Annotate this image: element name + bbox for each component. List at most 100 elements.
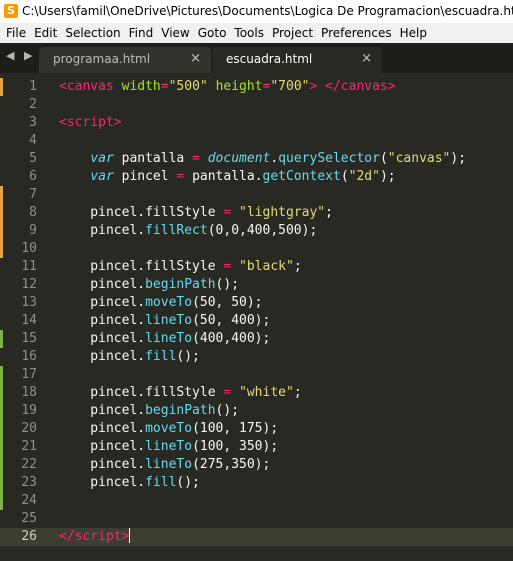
code-token: = [192, 151, 200, 166]
code-token: pincel. [59, 277, 146, 292]
menu-project[interactable]: Project [268, 23, 317, 43]
line-number: 2 [29, 97, 37, 112]
code-line[interactable]: 10 [0, 240, 513, 258]
code-text: <script> [59, 114, 122, 132]
tab-label: programaa.html [53, 52, 151, 66]
code-line[interactable]: 24 [0, 492, 513, 510]
code-token: (50, 400); [192, 313, 271, 328]
code-line[interactable]: 15 pincel.lineTo(400,400); [0, 330, 513, 348]
code-token: ( [340, 169, 349, 184]
code-line[interactable]: 8 pincel.fillStyle = "lightgray"; [0, 204, 513, 222]
code-token: "black" [239, 259, 294, 274]
code-line[interactable]: 5 var pantalla = document.querySelector(… [0, 150, 513, 168]
close-icon[interactable]: × [190, 47, 201, 71]
line-number: 1 [29, 79, 37, 94]
tab-label: escuadra.html [226, 52, 313, 66]
code-line[interactable]: 11 pincel.fillStyle = "black"; [0, 258, 513, 276]
window-title: C:\Users\famil\OneDrive\Pictures\Documen… [22, 4, 513, 18]
code-token: beginPath [145, 277, 216, 292]
code-token: pincel.fillStyle [59, 259, 224, 274]
code-token: document [207, 151, 271, 166]
code-text: pincel.fillRect(0,0,400,500); [59, 222, 317, 240]
code-token: <canvas [59, 79, 114, 94]
code-token: lineTo [145, 331, 193, 346]
tab-escuadra[interactable]: escuadra.html × [212, 47, 382, 73]
code-line[interactable]: 16 pincel.fill(); [0, 348, 513, 366]
line-number: 5 [29, 151, 37, 166]
code-line[interactable]: 12 pincel.beginPath(); [0, 276, 513, 294]
menu-edit[interactable]: Edit [30, 23, 61, 43]
code-line[interactable]: 21 pincel.lineTo(100, 350); [0, 438, 513, 456]
window-title-bar: S C:\Users\famil\OneDrive\Pictures\Docum… [0, 0, 513, 23]
menu-find[interactable]: Find [125, 23, 158, 43]
line-number: 24 [21, 493, 37, 508]
added-line-marker [0, 474, 3, 492]
line-number: 6 [29, 169, 37, 184]
menu-tools[interactable]: Tools [230, 23, 268, 43]
code-token: (0,0,400,500); [207, 223, 318, 238]
code-token: var [90, 169, 114, 184]
tab-nav-arrows-icon[interactable]: ◀ ▶ [6, 49, 35, 62]
code-token: (400,400); [192, 331, 271, 346]
code-token: ; [293, 385, 302, 400]
code-line[interactable]: 19 pincel.beginPath(); [0, 402, 513, 420]
code-text: pincel.lineTo(50, 400); [59, 312, 270, 330]
code-token: pincel.fillStyle [59, 385, 224, 400]
code-line[interactable]: 4 [0, 132, 513, 150]
code-token: querySelector [278, 151, 380, 166]
code-token: ; [325, 205, 333, 220]
code-line[interactable]: 14 pincel.lineTo(50, 400); [0, 312, 513, 330]
code-line[interactable]: 9 pincel.fillRect(0,0,400,500); [0, 222, 513, 240]
code-line[interactable]: 25 [0, 510, 513, 528]
menu-goto[interactable]: Goto [194, 23, 231, 43]
modified-line-marker [0, 204, 3, 222]
code-line[interactable]: 2 [0, 96, 513, 114]
code-line[interactable]: 20 pincel.moveTo(100, 175); [0, 420, 513, 438]
code-line[interactable]: 22 pincel.lineTo(275,350); [0, 456, 513, 474]
line-number: 9 [29, 223, 37, 238]
code-token: (); [215, 277, 240, 292]
code-line[interactable]: 1 <canvas width="500" height="700"> </can… [0, 78, 513, 96]
code-token: (); [176, 475, 200, 490]
code-text: pincel.fillStyle = "black"; [59, 258, 301, 276]
code-line[interactable]: 6 var pincel = pantalla.getContext("2d")… [0, 168, 513, 186]
code-line[interactable]: 18 pincel.fillStyle = "white"; [0, 384, 513, 402]
code-token: "700" [270, 79, 310, 94]
menu-file[interactable]: File [0, 23, 30, 43]
code-token: pincel. [59, 331, 146, 346]
tab-programaa[interactable]: programaa.html × [39, 47, 211, 73]
code-token: . [270, 151, 279, 166]
code-token: ); [379, 169, 396, 184]
line-number: 18 [21, 385, 37, 400]
close-icon[interactable]: × [361, 47, 372, 71]
menu-help[interactable]: Help [396, 23, 431, 43]
menu-selection[interactable]: Selection [61, 23, 124, 43]
menu-preferences[interactable]: Preferences [317, 23, 396, 43]
code-line[interactable]: 13 pincel.moveTo(50, 50); [0, 294, 513, 312]
code-token: pincel. [59, 403, 146, 418]
code-token: pincel. [59, 295, 146, 310]
code-token: fillRect [145, 223, 208, 238]
code-line[interactable]: 23 pincel.fill(); [0, 474, 513, 492]
code-token: </ [59, 529, 75, 544]
modified-line-marker [0, 240, 3, 258]
code-line[interactable]: 7 [0, 186, 513, 204]
code-token: lineTo [145, 439, 193, 454]
code-line[interactable]: 3 <script> [0, 114, 513, 132]
line-number: 22 [21, 457, 37, 472]
added-line-marker [0, 456, 3, 474]
code-text: pincel.beginPath(); [59, 402, 239, 420]
menu-view[interactable]: View [157, 23, 193, 43]
text-cursor [129, 528, 131, 543]
added-line-marker [0, 366, 3, 384]
code-editor[interactable]: 1 <canvas width="500" height="700"> </can… [0, 73, 513, 561]
code-line[interactable]: 26 </script> [0, 528, 513, 546]
code-token: "500" [168, 79, 208, 94]
code-token: pincel. [59, 223, 146, 238]
code-text: </script> [59, 528, 131, 546]
code-line[interactable]: 17 [0, 366, 513, 384]
code-token: (100, 350); [192, 439, 279, 454]
code-text: pincel.fillStyle = "lightgray"; [59, 204, 333, 222]
